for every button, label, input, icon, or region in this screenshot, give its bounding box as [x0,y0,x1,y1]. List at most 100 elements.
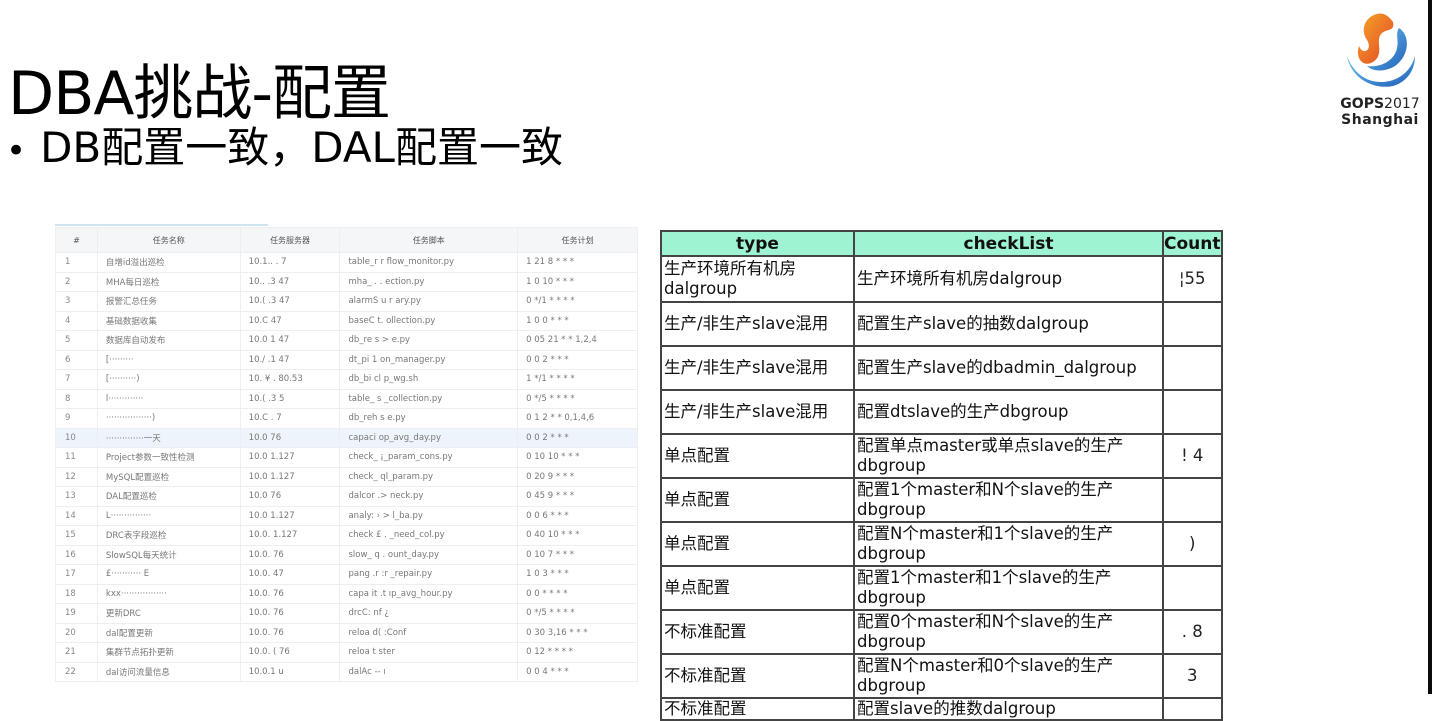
task-row[interactable]: 9 ·················) 10.C . 7 db_reh s e.py… [55,408,638,429]
task-cell-schedule: 1 0 10 * * * [517,272,638,292]
task-row[interactable]: 8 l············· 10.( .3 5 table_ s _collec… [55,389,638,409]
checklist-row: 单点配置 配置N个master和1个slave的生产dbgroup) [660,521,1223,567]
task-row[interactable]: 10 ··············一天 10.0 76 capaci op_avg_d… [55,428,638,448]
task-cell-server: 10.0. 76 [239,603,341,624]
task-row[interactable]: 21 集群节点拓扑更新 10.0. ( 76 reloa t ster 0 12 * *… [55,642,638,663]
task-cell-server: 10.0 1.127 [239,467,341,487]
task-row[interactable]: 11 Project参数一致性检测 10.0 1.127 check_ ¡_param… [55,447,638,468]
task-cell-script: db_bi cl p_wg.sh [339,369,519,390]
task-cell-script: pang .r :r _repair.py [339,564,519,585]
task-cell-server: 10.C 47 [239,311,341,331]
task-row[interactable]: 20 dal配置更新 10.0. 76 reloa d( :Conf 0 30 3,16… [55,623,638,643]
task-cell-schedule: 0 */5 * * * * [517,389,638,409]
task-cell-name: DAL配置巡检 [96,486,241,507]
task-row[interactable]: 16 SlowSQL每天统计 10.0. 76 slow_ q . ount_day.… [55,545,638,565]
header-task-server[interactable]: 任务服务器 [239,227,341,253]
task-cell-script: check £ . _need_col.py [339,525,519,546]
task-cell-schedule: 0 20 9 * * * [517,467,638,487]
checklist-cell-count: ¦55 [1162,255,1223,303]
task-row[interactable]: 12 MySQL配置巡检 10.0 1.127 check_ ql_param.py 0… [55,467,638,487]
task-table-header: # 任务名称 任务服务器 任务脚本 任务计划 [55,227,638,253]
checklist-cell-type: 生产环境所有机房dalgroup [660,255,855,303]
task-cell-server: 10.. .3 47 [239,272,341,292]
task-cell-script: dalAc -- ı [339,662,519,682]
checklist-cell-type: 单点配置 [660,433,855,479]
task-row[interactable]: 2 MHA每日巡检 10.. .3 47 mha_ . . ection.py 1 0 … [55,272,638,292]
checklist-row: 生产/非生产slave混用 配置生产slave的抽数dalgroup [660,301,1223,347]
task-cell-name: £··········· E [96,564,241,585]
task-row[interactable]: 5 数据库自动发布 10.0 1 47 db_re s > e.py 0 05 21 *… [55,330,638,351]
task-cell-name: 更新DRC [96,603,241,624]
logo-brand: GOPS2017 [1340,96,1420,112]
checklist-cell-type: 单点配置 [660,521,855,567]
task-row[interactable]: 3 报警汇总任务 10.( .3 47 alarmS u r ary.py 0 */1 … [55,291,638,312]
header-task-script[interactable]: 任务脚本 [339,227,519,253]
task-cell-script: db_re s > e.py [339,330,519,351]
task-cell-script: mha_ . . ection.py [339,272,519,292]
task-cell-schedule: 0 0 4 * * * [517,662,638,682]
task-cell-schedule: 1 */1 * * * * [517,369,638,390]
task-cell-server: 10.0 76 [239,428,341,448]
task-cell-script: table_r r flow_monitor.py [339,252,519,273]
task-cell-script: capaci op_avg_day.py [339,428,519,448]
task-cell-server: 10.0. 76 [239,545,341,565]
logo-city: Shanghai [1341,112,1419,128]
task-cell-script: reloa t ster [339,642,519,663]
checklist-cell-checklist: 配置N个master和0个slave的生产dbgroup [853,653,1164,699]
task-cell-server: 10.( .3 47 [239,291,341,312]
task-cell-script: capa it .t ıp_avg_hour.py [339,584,519,604]
task-cell-name: dal访问流量信息 [96,662,241,682]
task-row[interactable]: 17 £··········· E 10.0. 47 pang .r :r _repa… [55,564,638,585]
task-cell-schedule: 0 45 9 * * * [517,486,638,507]
header-task-name[interactable]: 任务名称 [96,227,241,253]
header-checklist: checkList [853,230,1164,257]
task-cell-schedule: 0 10 7 * * * [517,545,638,565]
task-cell-script: check_ ¡_param_cons.py [339,447,519,468]
task-row[interactable]: 15 DRC表字段巡检 10.0. 1.127 check £ . _need_col… [55,525,638,546]
task-cell-name: L··············· [96,506,241,526]
task-row[interactable]: 18 kxx················· 10.0. 76 capa it .t… [55,584,638,604]
task-cell-schedule: 1 0 3 * * * [517,564,638,585]
task-cell-name: MHA每日巡检 [96,272,241,292]
task-cell-server: 10.0. 76 [239,584,341,604]
task-row[interactable]: 14 L··············· 10.0 1.127 analy: › > l… [55,506,638,526]
task-cell-name: Project参数一致性检测 [96,447,241,468]
task-cell-num: 13 [55,486,98,507]
task-cell-name: dal配置更新 [96,623,241,643]
checklist-header: type checkList Count [660,230,1223,257]
task-row[interactable]: 13 DAL配置巡检 10.0 76 dalcor .> neck.py 0 45 9 … [55,486,638,507]
bullet-icon: • [6,130,27,171]
task-row[interactable]: 6 [········· 10./ .1 47 dt_pi 1 on_manager.… [55,350,638,370]
task-cell-num: 19 [55,603,98,624]
header-num[interactable]: # [55,227,98,253]
checklist-cell-type: 生产/非生产slave混用 [660,345,855,391]
task-row[interactable]: 22 dal访问流量信息 10.0.1 u dalAc -- ı0 0 4 * * * [55,662,638,682]
task-cell-name: SlowSQL每天统计 [96,545,241,565]
checklist-row: 生产/非生产slave混用 配置生产slave的dbadmin_dalgroup [660,345,1223,391]
task-cell-name: [········· [96,350,241,370]
checklist-cell-count: . 8 [1162,609,1223,655]
task-cell-server: 10.0 76 [239,486,341,507]
task-cell-schedule: 0 0 2 * * * [517,350,638,370]
task-row[interactable]: 4 基础数据收集 10.C 47 baseC t. ollection.py 1 0 0… [55,311,638,331]
task-cell-name: 自增id溢出巡检 [96,252,241,273]
task-cell-num: 3 [55,291,98,312]
task-cell-server: 10./ .1 47 [239,350,341,370]
config-checklist-table: type checkList Count 生产环境所有机房dalgroup 生产环… [660,230,1223,721]
header-task-schedule[interactable]: 任务计划 [517,227,638,253]
task-row[interactable]: 19 更新DRC 10.0. 76 drcC: nf ¿ 0 */5 * * * * [55,603,638,624]
task-cell-num: 15 [55,525,98,546]
task-row[interactable]: 1 自增id溢出巡检 10.1.. . 7 table_r r flow_monito… [55,252,638,273]
task-row[interactable]: 7 [··········) 10. ¥ . 80.53 db_bi cl p_wg.… [55,369,638,390]
checklist-cell-checklist: 配置单点master或单点slave的生产dbgroup [853,433,1164,479]
task-cell-script: baseC t. ollection.py [339,311,519,331]
checklist-row: 不标准配置 配置N个master和0个slave的生产dbgroup 3 [660,653,1223,699]
checklist-cell-count: 3 [1162,653,1223,699]
checklist-row: 生产/非生产slave混用 配置dtslave的生产dbgroup [660,389,1223,435]
tab-indicator [55,224,268,226]
task-cell-name: l············· [96,389,241,409]
task-cell-num: 11 [55,447,98,468]
task-cell-name: DRC表字段巡检 [96,525,241,546]
task-cell-num: 21 [55,642,98,663]
task-cell-script: analy: › > l_ba.py [339,506,519,526]
